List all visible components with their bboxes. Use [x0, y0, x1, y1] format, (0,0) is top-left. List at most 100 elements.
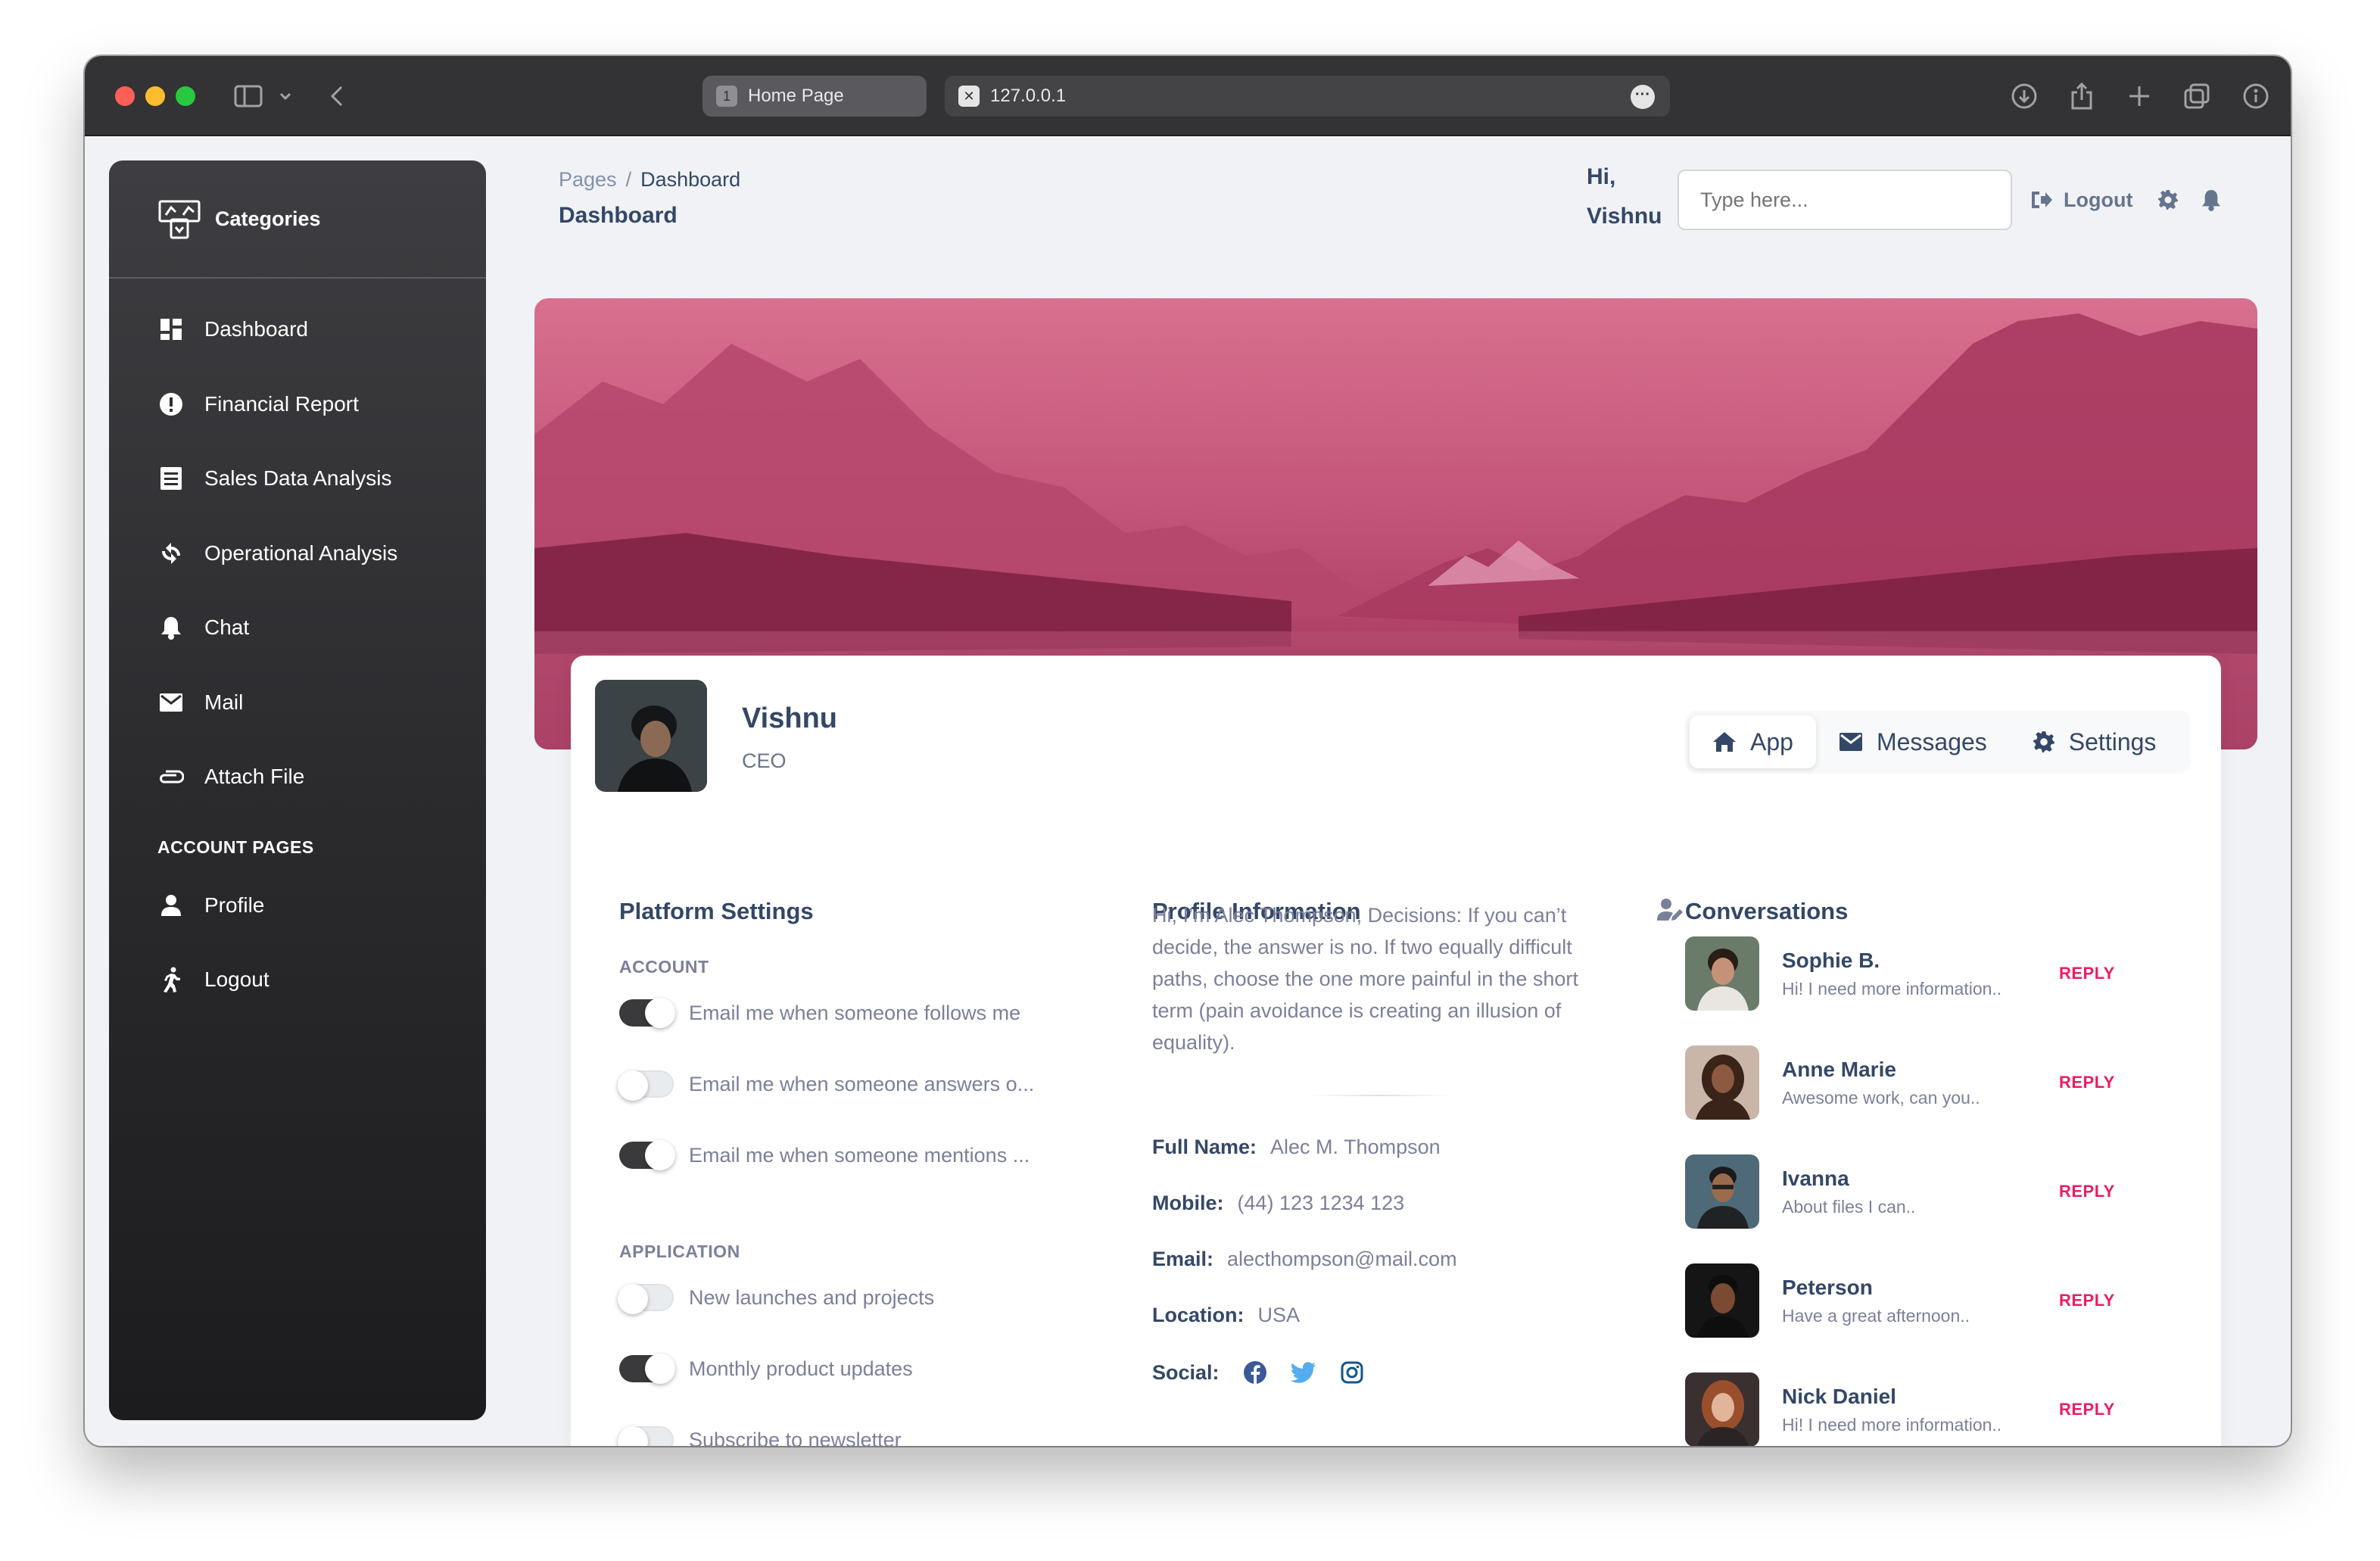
toggle-switch[interactable] [618, 1284, 674, 1314]
sidebar-item-financial-report[interactable]: Financial Report [109, 367, 486, 442]
info-label: Full Name: [1152, 1136, 1257, 1158]
back-arrow-icon[interactable] [326, 79, 348, 114]
info-value: alecthompson@mail.com [1227, 1248, 1457, 1270]
maximize-window-button[interactable] [176, 86, 195, 106]
toggle-label: Subscribe to newsletter [689, 1428, 902, 1447]
toggle-switch[interactable] [619, 998, 675, 1028]
tab-number-badge: 1 [716, 86, 737, 107]
sidebar-item-logout[interactable]: Logout [109, 943, 486, 1017]
sidebar-item-chat[interactable]: Chat [109, 590, 486, 665]
toggle-row-new-launches: New launches and projects [618, 1281, 934, 1314]
paperclip-icon [157, 763, 185, 790]
tab-label: Messages [1876, 728, 1987, 756]
sidebar-item-label: Logout [204, 967, 269, 992]
sidebar-item-label: Mail [204, 690, 244, 714]
toggle-label: Email me when someone mentions ... [689, 1143, 1030, 1167]
home-icon [1713, 732, 1736, 752]
tab-overview-icon[interactable] [2180, 79, 2213, 114]
chevron-down-icon[interactable] [276, 79, 295, 114]
gear-icon [2033, 731, 2054, 752]
person-icon [157, 892, 185, 919]
reply-button[interactable]: REPLY [2059, 1400, 2115, 1419]
close-window-button[interactable] [115, 86, 135, 106]
toggle-switch[interactable] [619, 1140, 675, 1170]
conversation-item: Peterson Have a great afternoon.. REPLY [1685, 1263, 2139, 1338]
share-icon[interactable] [2065, 79, 2098, 114]
download-icon[interactable] [2008, 79, 2041, 114]
greeting-line-2: Vishnu [1587, 204, 1662, 229]
toggle-switch[interactable] [619, 1354, 675, 1384]
reply-button[interactable]: REPLY [2059, 1073, 2115, 1092]
profile-tabs: App Messages Settings [1685, 710, 2191, 774]
conversation-name: Ivanna [1782, 1166, 1849, 1190]
reply-button[interactable]: REPLY [2059, 1182, 2115, 1201]
sidebar-item-mail[interactable]: Mail [109, 665, 486, 740]
toggle-label: Monthly product updates [689, 1357, 913, 1380]
avatar [1685, 1263, 1759, 1338]
toggle-row-follows: Email me when someone follows me [619, 996, 1020, 1030]
toggle-switch[interactable] [618, 1070, 674, 1101]
instagram-icon[interactable] [1339, 1360, 1365, 1385]
logout-icon [2032, 192, 2052, 208]
edit-profile-button[interactable] [1656, 898, 1684, 926]
browser-tab-home[interactable]: 1 Home Page [702, 76, 927, 117]
toggle-row-mentions: Email me when someone mentions ... [619, 1139, 1030, 1172]
sidebar-item-label: Chat [204, 615, 250, 640]
conversation-message: Hi! I need more information.. [1782, 978, 2002, 999]
sidebar-item-attach-file[interactable]: Attach File [109, 740, 486, 815]
notifications-button[interactable] [2201, 183, 2221, 217]
conversation-message: Awesome work, can you.. [1782, 1087, 1980, 1108]
search-input[interactable] [1678, 170, 2012, 230]
sidebar-item-label: Operational Analysis [204, 541, 398, 565]
gear-icon [2158, 190, 2178, 210]
account-section-label: ACCOUNT [619, 957, 709, 977]
sidebar-item-operational-analysis[interactable]: Operational Analysis [109, 516, 486, 591]
breadcrumb-separator: / [625, 168, 632, 191]
info-label: Email: [1152, 1248, 1214, 1270]
facebook-icon[interactable] [1242, 1360, 1268, 1385]
sidebar-item-label: Profile [204, 893, 265, 917]
reply-button[interactable]: REPLY [2059, 1291, 2115, 1310]
conversation-name: Nick Daniel [1782, 1384, 1896, 1408]
info-icon[interactable] [2239, 79, 2273, 114]
sidebar-section-label: ACCOUNT PAGES [157, 837, 314, 857]
sidebar-toggle-icon[interactable] [232, 79, 265, 114]
bell-icon [2201, 190, 2221, 211]
sidebar-item-profile[interactable]: Profile [109, 868, 486, 943]
reply-button[interactable]: REPLY [2059, 964, 2115, 983]
toggle-row-answers: Email me when someone answers o... [618, 1067, 1034, 1101]
conversation-item: Sophie B. Hi! I need more information.. … [1685, 936, 2139, 1011]
browser-tab-address[interactable]: ✕ 127.0.0.1 ··· [945, 76, 1670, 117]
tab-label: Home Page [748, 86, 844, 106]
conversation-item: Ivanna About files I can.. REPLY [1685, 1154, 2139, 1229]
dashboard-icon [157, 316, 185, 343]
tab-messages[interactable]: Messages [1816, 715, 2010, 768]
conversation-item: Nick Daniel Hi! I need more information.… [1685, 1372, 2139, 1446]
browser-titlebar: 1 Home Page ✕ 127.0.0.1 ··· [85, 56, 2291, 136]
breadcrumb-root[interactable]: Pages [559, 168, 617, 191]
more-options-icon[interactable]: ··· [1631, 85, 1655, 109]
new-tab-plus-icon[interactable] [2123, 79, 2156, 114]
tab-label: Settings [2068, 728, 2157, 756]
logout-button[interactable]: Logout [2030, 183, 2132, 217]
sidebar-item-dashboard[interactable]: Dashboard [109, 292, 486, 367]
greeting-line-1: Hi, [1587, 164, 1616, 189]
settings-gear-button[interactable] [2157, 183, 2179, 217]
mail-icon [157, 689, 185, 716]
categories-logo-icon [158, 200, 201, 239]
sidebar-item-sales-data-analysis[interactable]: Sales Data Analysis [109, 441, 486, 516]
toggle-row-monthly-updates: Monthly product updates [619, 1352, 913, 1385]
conversation-name: Anne Marie [1782, 1057, 1896, 1081]
minimize-window-button[interactable] [145, 86, 165, 106]
greeting: Hi, Vishnu [1587, 157, 1662, 236]
twitter-icon[interactable] [1290, 1360, 1316, 1385]
sidebar-brand[interactable]: Categories [109, 160, 486, 279]
sidebar-item-label: Dashboard [204, 317, 308, 341]
info-value: USA [1257, 1304, 1301, 1326]
tab-app[interactable]: App [1690, 715, 1816, 768]
logout-label: Logout [2064, 188, 2133, 211]
conversation-message: Hi! I need more information.. [1782, 1414, 2002, 1435]
sidebar-item-label: Financial Report [204, 391, 359, 416]
tab-settings[interactable]: Settings [2010, 715, 2179, 768]
toggle-switch[interactable] [618, 1426, 674, 1446]
